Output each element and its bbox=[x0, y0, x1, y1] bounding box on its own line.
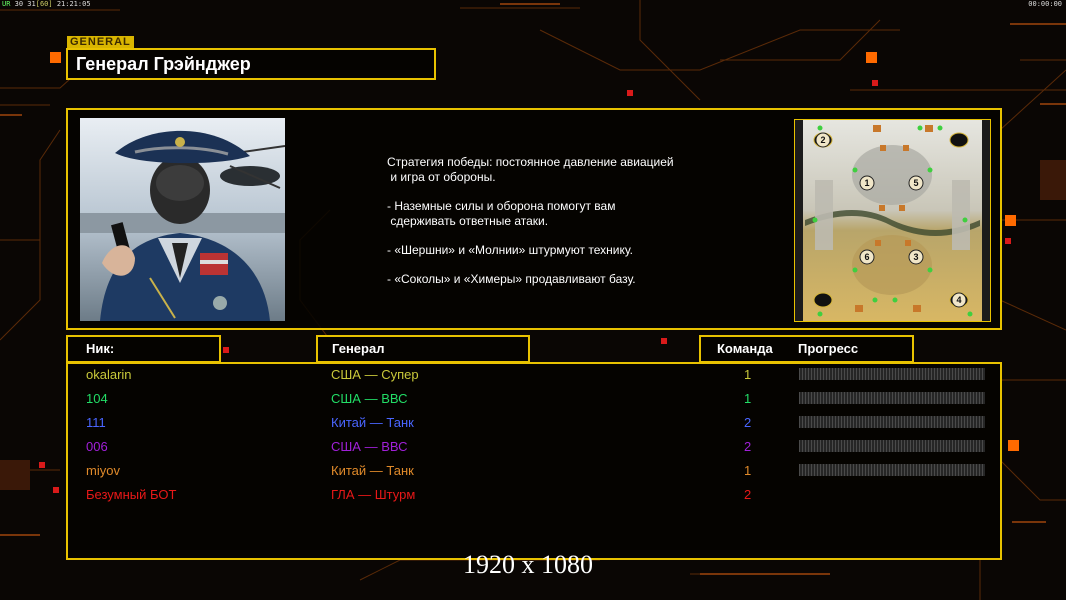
player-general: Китай — Танк bbox=[331, 415, 414, 430]
nick-column-header: Ник: bbox=[66, 335, 221, 363]
map-preview: 2 1 5 6 3 4 bbox=[794, 119, 991, 322]
start-position-label: 4 bbox=[956, 295, 961, 305]
player-row: 006 США — ВВС 2 bbox=[68, 436, 1000, 460]
general-portrait bbox=[80, 118, 285, 321]
player-general: ГЛА — Штурм bbox=[331, 487, 416, 502]
player-row: miyov Китай — Танк 1 bbox=[68, 460, 1000, 484]
fps-counter: UR 30 31[60] 21:21:05 bbox=[2, 0, 91, 8]
loading-progress-bar bbox=[799, 392, 985, 404]
player-team: 1 bbox=[744, 391, 752, 406]
start-position-label: 1 bbox=[864, 178, 869, 188]
player-nick: 111 bbox=[86, 415, 106, 430]
start-position-label: 5 bbox=[913, 178, 918, 188]
strategy-line: - Наземные силы и оборона помогут вам сд… bbox=[387, 199, 616, 228]
player-general: США — Супер bbox=[331, 367, 419, 382]
player-general: Китай — Танк bbox=[331, 463, 414, 478]
fps-cap: [60] bbox=[35, 0, 53, 8]
general-column-header: Генерал bbox=[316, 335, 530, 363]
general-tag: GENERAL bbox=[67, 36, 134, 48]
player-nick: Безумный БОТ bbox=[86, 487, 177, 502]
general-info-panel: Стратегия победы: постоянное давление ав… bbox=[66, 108, 1002, 330]
resolution-caption: 1920 x 1080 bbox=[463, 550, 593, 579]
system-time: 21:21:05 bbox=[56, 0, 91, 8]
team-progress-column-header: Команда Прогресс bbox=[699, 335, 914, 363]
strategy-text: Стратегия победы: постоянное давление ав… bbox=[387, 155, 674, 301]
start-position-label: 2 bbox=[820, 135, 825, 145]
general-title-box: Генерал Грэйнджер bbox=[66, 48, 436, 80]
general-name: Генерал Грэйнджер bbox=[76, 54, 251, 74]
start-position-label: 3 bbox=[913, 252, 918, 262]
player-team: 2 bbox=[744, 439, 752, 454]
player-row: 111 Китай — Танк 2 bbox=[68, 412, 1000, 436]
player-nick: miyov bbox=[86, 463, 120, 478]
progress-header-label: Прогресс bbox=[798, 341, 859, 356]
nick-header-label: Ник: bbox=[86, 341, 115, 356]
player-general: США — ВВС bbox=[331, 391, 408, 406]
player-row: okalarin США — Супер 1 bbox=[68, 364, 1000, 388]
strategy-line: - «Шершни» и «Молнии» штурмуют технику. bbox=[387, 243, 633, 257]
player-team: 1 bbox=[744, 367, 752, 382]
strategy-line: - «Соколы» и «Химеры» продавливают базу. bbox=[387, 272, 636, 286]
loading-progress-bar bbox=[799, 440, 985, 452]
general-header-label: Генерал bbox=[332, 341, 385, 356]
fps-label: UR bbox=[2, 0, 11, 8]
team-header-label: Команда bbox=[717, 341, 773, 356]
game-clock: 00:00:00 bbox=[1028, 0, 1062, 8]
fps-values: 30 31 bbox=[14, 0, 36, 8]
player-team: 1 bbox=[744, 463, 752, 478]
loading-progress-bar bbox=[799, 464, 985, 476]
player-nick: okalarin bbox=[86, 367, 132, 382]
player-nick: 006 bbox=[86, 439, 108, 454]
player-row: Безумный БОТ ГЛА — Штурм 2 bbox=[68, 484, 1000, 508]
player-general: США — ВВС bbox=[331, 439, 408, 454]
start-position-label: 6 bbox=[864, 252, 869, 262]
player-team: 2 bbox=[744, 487, 752, 502]
player-team: 2 bbox=[744, 415, 752, 430]
loading-progress-bar bbox=[799, 416, 985, 428]
loading-progress-bar bbox=[799, 368, 985, 380]
strategy-line: Стратегия победы: постоянное давление ав… bbox=[387, 155, 674, 184]
player-list: okalarin США — Супер 1 104 США — ВВС 1 111 Ки… bbox=[66, 362, 1002, 560]
player-row: 104 США — ВВС 1 bbox=[68, 388, 1000, 412]
player-nick: 104 bbox=[86, 391, 108, 406]
